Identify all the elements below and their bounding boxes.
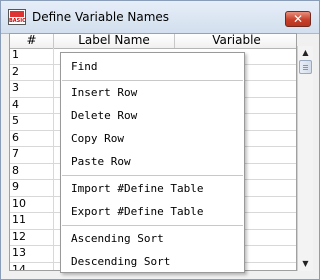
thumb-grip-line [303,69,308,70]
title-bar[interactable]: BASIC Define Variable Names ✕ [1,1,319,34]
menu-item-delete-row[interactable]: Delete Row [71,108,137,124]
row-number: 8 [10,163,54,179]
header-number[interactable]: # [10,34,54,48]
menu-separator [62,225,243,226]
row-number: 14 [10,262,54,270]
basic-app-icon: BASIC [8,9,26,25]
menu-item-paste-row[interactable]: Paste Row [71,154,131,170]
table-header: # Label Name Variable [10,34,296,49]
menu-item-find[interactable]: Find [71,59,98,75]
row-number: 6 [10,130,54,146]
menu-separator [62,80,243,81]
menu-item-copy-row[interactable]: Copy Row [71,131,124,147]
header-label-name[interactable]: Label Name [54,34,175,48]
row-number: 9 [10,180,54,196]
row-number: 3 [10,81,54,97]
header-variable[interactable]: Variable [175,34,296,48]
menu-item-import-define-table[interactable]: Import #Define Table [71,181,203,197]
scroll-up-button[interactable]: ▲ [298,46,313,60]
row-number: 1 [10,48,54,64]
menu-item-descending-sort[interactable]: Descending Sort [71,254,170,270]
arrow-up-icon: ▲ [302,48,309,57]
close-button[interactable]: ✕ [285,11,311,27]
thumb-grip-line [303,67,308,68]
row-number: 11 [10,213,54,229]
app-icon-bar [10,11,24,17]
vertical-scrollbar[interactable]: ▲ ▼ [297,46,313,271]
row-number: 13 [10,246,54,262]
menu-item-ascending-sort[interactable]: Ascending Sort [71,231,164,247]
row-number: 12 [10,229,54,245]
thumb-grip-line [303,65,308,66]
close-icon: ✕ [292,12,304,26]
row-number: 10 [10,196,54,212]
row-number: 2 [10,64,54,80]
row-number: 5 [10,114,54,130]
menu-item-export-define-table[interactable]: Export #Define Table [71,204,203,220]
arrow-down-icon: ▼ [302,259,309,268]
scroll-thumb[interactable] [299,60,312,74]
scroll-down-button[interactable]: ▼ [298,257,313,271]
context-menu: Find Insert Row Delete Row Copy Row Past… [60,52,245,273]
define-variable-names-window: BASIC Define Variable Names ✕ # Label Na… [0,0,320,280]
menu-separator [62,175,243,176]
row-number: 7 [10,147,54,163]
menu-item-insert-row[interactable]: Insert Row [71,85,137,101]
row-number: 4 [10,97,54,113]
app-icon-text: BASIC [9,18,26,24]
window-title: Define Variable Names [32,10,170,24]
